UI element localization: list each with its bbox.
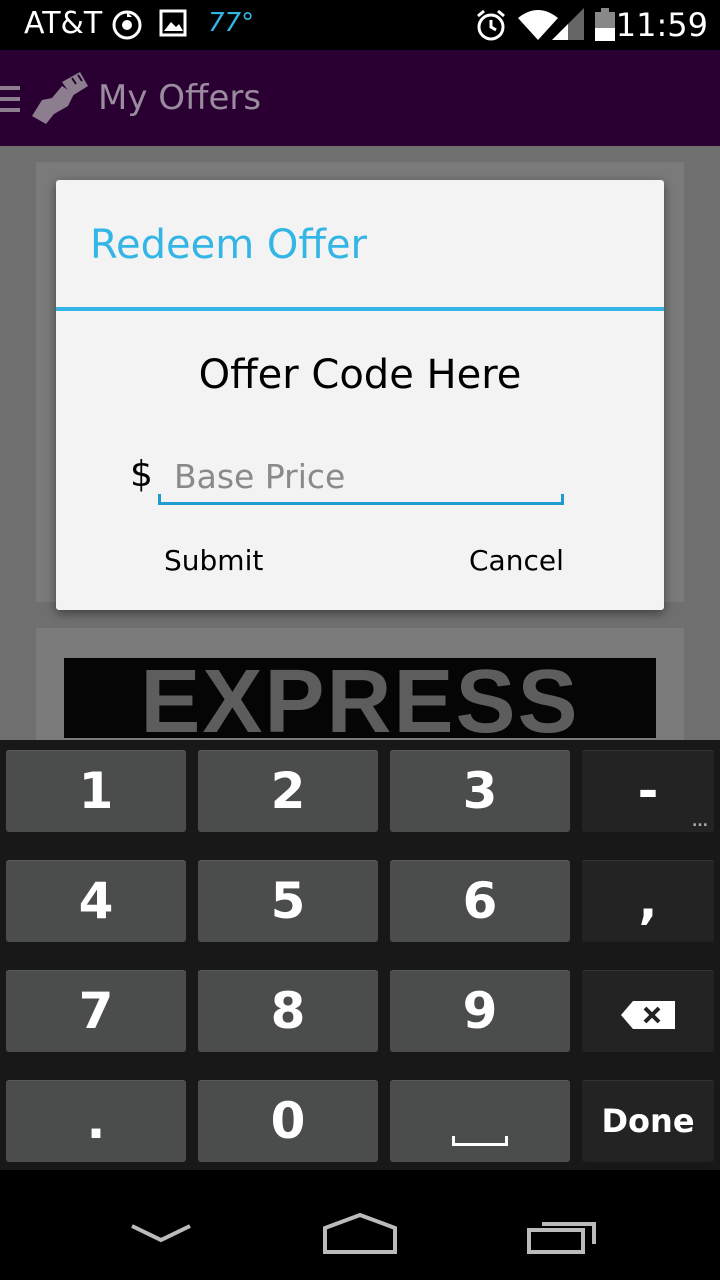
offer-banner-image: EXPRESS xyxy=(64,658,656,738)
key-8[interactable]: 8 xyxy=(198,970,378,1052)
menu-icon[interactable] xyxy=(0,86,20,112)
key-4[interactable]: 4 xyxy=(6,860,186,942)
backspace-icon xyxy=(621,982,675,1040)
key-dash-more: ... xyxy=(692,814,708,830)
redeem-offer-dialog: Redeem Offer Offer Code Here $ Submit Ca… xyxy=(56,180,664,610)
temperature-label: 77° xyxy=(208,8,255,38)
navigation-bar xyxy=(0,1170,720,1280)
recents-icon[interactable] xyxy=(526,1216,598,1260)
key-backspace[interactable] xyxy=(582,970,714,1052)
key-9[interactable]: 9 xyxy=(390,970,570,1052)
key-3[interactable]: 3 xyxy=(390,750,570,832)
key-6[interactable]: 6 xyxy=(390,860,570,942)
base-price-input[interactable] xyxy=(158,446,564,506)
input-underline xyxy=(158,494,564,505)
clock: 11:59 xyxy=(615,6,708,44)
cancel-button[interactable]: Cancel xyxy=(469,544,564,577)
key-7[interactable]: 7 xyxy=(6,970,186,1052)
submit-button[interactable]: Submit xyxy=(164,544,263,577)
key-period[interactable]: . xyxy=(6,1080,186,1162)
back-icon[interactable] xyxy=(130,1222,192,1250)
alarm-icon xyxy=(474,8,508,46)
home-icon[interactable] xyxy=(322,1212,398,1258)
status-bar: AT&T 77° 11:59 xyxy=(0,0,720,50)
space-icon xyxy=(452,1136,508,1146)
dialog-divider xyxy=(56,307,664,311)
key-dash[interactable]: - ... xyxy=(582,750,714,832)
carrier-label: AT&T xyxy=(24,6,103,41)
key-2[interactable]: 2 xyxy=(198,750,378,832)
key-space[interactable] xyxy=(390,1080,570,1162)
key-1[interactable]: 1 xyxy=(6,750,186,832)
offer-code-text: Offer Code Here xyxy=(198,352,522,398)
sync-icon xyxy=(110,8,144,46)
currency-symbol: $ xyxy=(130,454,153,495)
key-dash-label: - xyxy=(637,762,659,820)
key-5[interactable]: 5 xyxy=(198,860,378,942)
image-icon xyxy=(158,8,188,42)
dialog-title: Redeem Offer xyxy=(90,222,367,268)
key-done[interactable]: Done xyxy=(582,1080,714,1162)
key-0[interactable]: 0 xyxy=(198,1080,378,1162)
page-title: My Offers xyxy=(98,78,262,118)
app-logo-icon[interactable] xyxy=(28,72,90,130)
numeric-keyboard: 1 2 3 - ... 4 5 6 , 7 8 9 . 0 Done xyxy=(0,740,720,1170)
key-comma[interactable]: , xyxy=(582,860,714,942)
signal-icon xyxy=(552,8,586,46)
action-bar: My Offers xyxy=(0,50,720,146)
battery-icon xyxy=(594,8,616,46)
